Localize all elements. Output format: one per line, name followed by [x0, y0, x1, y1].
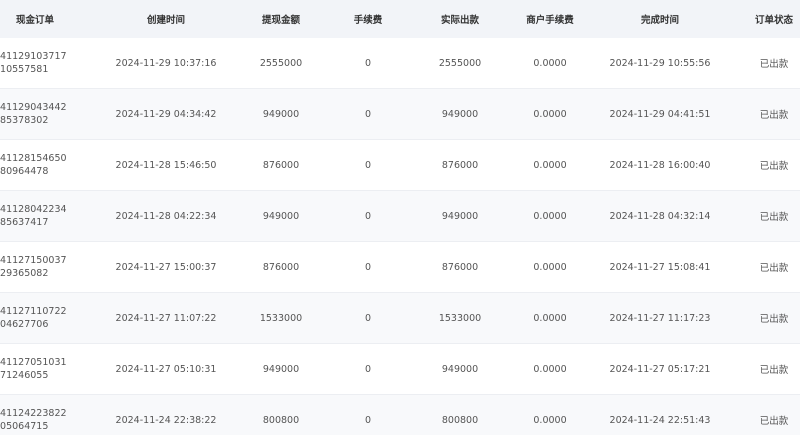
- created-time: 2024-11-24 22:38:22: [115, 414, 217, 426]
- column-header-withdraw-amount[interactable]: 提现金额: [236, 0, 326, 38]
- table-row[interactable]: 241127150037429365082 2024-11-27 15:00:3…: [0, 242, 800, 293]
- column-header-completed-time[interactable]: 完成时间: [600, 0, 720, 38]
- order-id: 241124223822805064715: [0, 408, 67, 432]
- order-id-cell: 241128042234885637417: [0, 191, 70, 241]
- fee: 0: [364, 108, 372, 120]
- created-time: 2024-11-27 11:07:22: [115, 312, 217, 324]
- order-id-cell: 241127110722304627706: [0, 293, 70, 343]
- merchant-fee: 0.0000: [533, 108, 567, 120]
- actual-payout: 800800: [441, 414, 479, 426]
- merchant-fee: 0.0000: [533, 159, 567, 171]
- actual-payout: 2555000: [438, 57, 482, 69]
- order-status: 已出款: [759, 110, 789, 121]
- completed-time: 2024-11-29 10:55:56: [609, 57, 711, 69]
- withdraw-amount: 876000: [262, 159, 300, 171]
- fee: 0: [364, 414, 372, 426]
- table-row[interactable]: 241127110722304627706 2024-11-27 11:07:2…: [0, 293, 800, 344]
- table-row[interactable]: 241128042234885637417 2024-11-28 04:22:3…: [0, 191, 800, 242]
- fee: 0: [364, 261, 372, 273]
- created-time: 2024-11-28 04:22:34: [115, 210, 217, 222]
- withdraw-amount: 949000: [262, 108, 300, 120]
- merchant-fee: 0.0000: [533, 210, 567, 222]
- column-header-fee[interactable]: 手续费: [320, 0, 416, 38]
- completed-time: 2024-11-27 11:17:23: [609, 312, 711, 324]
- order-id-cell: 241127150037429365082: [0, 242, 70, 292]
- order-status: 已出款: [759, 161, 789, 172]
- fee: 0: [364, 363, 372, 375]
- merchant-fee: 0.0000: [533, 414, 567, 426]
- withdraw-amount: 949000: [262, 363, 300, 375]
- fee: 0: [364, 312, 372, 324]
- order-id: 241129043442085378302: [0, 102, 67, 126]
- withdraw-amount: 2555000: [259, 57, 303, 69]
- column-header-merchant-fee[interactable]: 商户手续费: [504, 0, 596, 38]
- order-status: 已出款: [759, 212, 789, 223]
- order-id-cell: 241129043442085378302: [0, 89, 70, 139]
- fee: 0: [364, 57, 372, 69]
- created-time: 2024-11-29 04:34:42: [115, 108, 217, 120]
- order-status: 已出款: [759, 416, 789, 427]
- actual-payout: 949000: [441, 108, 479, 120]
- order-status: 已出款: [759, 263, 789, 274]
- actual-payout: 1533000: [438, 312, 482, 324]
- order-id: 241128042234885637417: [0, 204, 67, 228]
- order-status: 已出款: [759, 314, 789, 325]
- order-id-cell: 241129103717010557581: [0, 38, 70, 88]
- completed-time: 2024-11-28 16:00:40: [609, 159, 711, 171]
- order-status: 已出款: [759, 365, 789, 376]
- created-time: 2024-11-27 15:00:37: [115, 261, 217, 273]
- created-time: 2024-11-27 05:10:31: [115, 363, 217, 375]
- withdraw-amount: 876000: [262, 261, 300, 273]
- withdraw-amount: 949000: [262, 210, 300, 222]
- table-row[interactable]: 241129043442085378302 2024-11-29 04:34:4…: [0, 89, 800, 140]
- merchant-fee: 0.0000: [533, 261, 567, 273]
- completed-time: 2024-11-24 22:51:43: [609, 414, 711, 426]
- table-row[interactable]: 241129103717010557581 2024-11-29 10:37:1…: [0, 38, 800, 89]
- created-time: 2024-11-29 10:37:16: [115, 57, 217, 69]
- withdrawal-orders-table: 现金订单 创建时间 提现金额 手续费 实际出款 商户手续费 完成时间 订单状态 …: [0, 0, 800, 435]
- table-row[interactable]: 241128154650480964478 2024-11-28 15:46:5…: [0, 140, 800, 191]
- table-header: 现金订单 创建时间 提现金额 手续费 实际出款 商户手续费 完成时间 订单状态: [0, 0, 800, 39]
- actual-payout: 949000: [441, 210, 479, 222]
- order-id: 241127110722304627706: [0, 306, 67, 330]
- order-status: 已出款: [759, 59, 789, 70]
- order-id-cell: 241127051031971246055: [0, 344, 70, 394]
- column-header-order-id[interactable]: 现金订单: [0, 0, 70, 38]
- table-row[interactable]: 241124223822805064715 2024-11-24 22:38:2…: [0, 395, 800, 435]
- withdraw-amount: 800800: [262, 414, 300, 426]
- order-id-cell: 241124223822805064715: [0, 395, 70, 435]
- actual-payout: 949000: [441, 363, 479, 375]
- completed-time: 2024-11-29 04:41:51: [609, 108, 711, 120]
- order-id: 241128154650480964478: [0, 153, 67, 177]
- actual-payout: 876000: [441, 159, 479, 171]
- completed-time: 2024-11-27 15:08:41: [609, 261, 711, 273]
- column-header-order-status[interactable]: 订单状态: [738, 0, 800, 38]
- fee: 0: [364, 159, 372, 171]
- order-id: 241129103717010557581: [0, 51, 67, 75]
- column-header-actual-payout[interactable]: 实际出款: [410, 0, 510, 38]
- actual-payout: 876000: [441, 261, 479, 273]
- completed-time: 2024-11-28 04:32:14: [609, 210, 711, 222]
- order-id: 241127150037429365082: [0, 255, 67, 279]
- fee: 0: [364, 210, 372, 222]
- order-id: 241127051031971246055: [0, 357, 67, 381]
- merchant-fee: 0.0000: [533, 363, 567, 375]
- table-row[interactable]: 241127051031971246055 2024-11-27 05:10:3…: [0, 344, 800, 395]
- merchant-fee: 0.0000: [533, 312, 567, 324]
- column-header-created-time[interactable]: 创建时间: [86, 0, 246, 38]
- withdraw-amount: 1533000: [259, 312, 303, 324]
- completed-time: 2024-11-27 05:17:21: [609, 363, 711, 375]
- created-time: 2024-11-28 15:46:50: [115, 159, 217, 171]
- order-id-cell: 241128154650480964478: [0, 140, 70, 190]
- merchant-fee: 0.0000: [533, 57, 567, 69]
